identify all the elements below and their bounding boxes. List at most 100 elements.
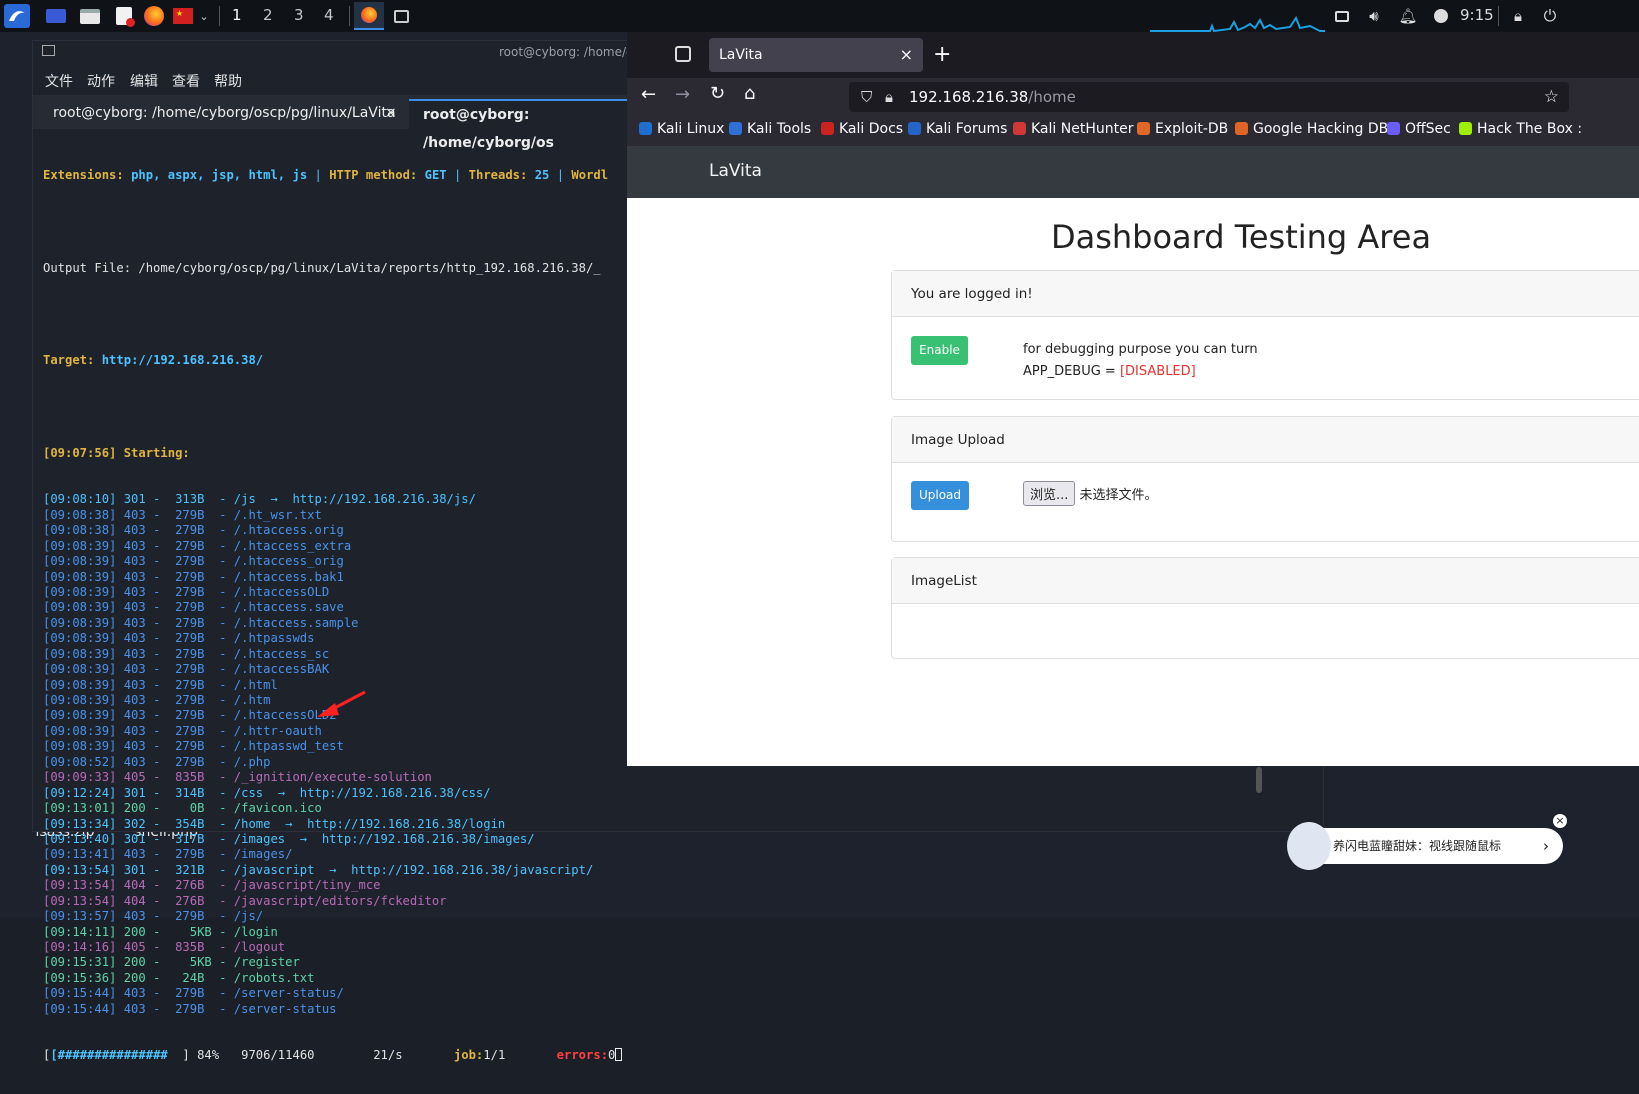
chevron-right-icon[interactable]: › bbox=[1543, 828, 1549, 864]
extensions-value: php, aspx, jsp, html, js bbox=[131, 167, 308, 182]
shield-icon[interactable]: ⛉ bbox=[861, 82, 872, 112]
close-icon[interactable]: × bbox=[385, 99, 397, 127]
bookmark-label: Kali Forums bbox=[926, 121, 1008, 137]
taskbar-firefox-window[interactable] bbox=[354, 2, 384, 30]
menu-file[interactable]: 文件 bbox=[45, 71, 73, 91]
menu-help[interactable]: 帮助 bbox=[214, 71, 242, 91]
file-manager-icon[interactable] bbox=[78, 4, 102, 28]
bookmark-label: Exploit-DB bbox=[1155, 121, 1229, 137]
bookmark-kali-linux[interactable]: Kali Linux bbox=[639, 121, 724, 137]
progress-bar: [############### bbox=[50, 1048, 168, 1063]
ghdb-icon bbox=[1235, 122, 1248, 135]
scan-line: [09:15:44] 403 - 279B - /server-status bbox=[43, 1001, 337, 1016]
bookmark-hack-the-box[interactable]: Hack The Box : bbox=[1459, 121, 1582, 137]
cursor bbox=[615, 1048, 623, 1062]
scan-line: [09:08:52] 403 - 279B - /.php bbox=[43, 754, 271, 769]
browser-window[interactable]: LaVita × + ← → ↻ ⌂ ⛉ 🔒︎ 192.168.216.38/h… bbox=[627, 32, 1639, 766]
terminal-tab-2[interactable]: root@cyborg: /home/cyborg/os bbox=[409, 99, 631, 151]
bookmark-label: Kali Tools bbox=[747, 121, 812, 137]
reload-icon[interactable]: ↻ bbox=[710, 83, 725, 104]
popup-text: 养闪电蓝瞳甜妹：视线跟随鼠标 bbox=[1333, 839, 1502, 853]
card-header: ImageList bbox=[892, 558, 1639, 604]
bookmark-exploit-db[interactable]: Exploit-DB bbox=[1137, 121, 1228, 137]
bookmark-star-icon[interactable]: ☆ bbox=[1544, 82, 1559, 112]
workspace-4[interactable]: 4 bbox=[324, 6, 334, 24]
enable-button[interactable]: Enable bbox=[911, 336, 968, 365]
kali-forums-icon bbox=[908, 122, 921, 135]
terminal-tab-1[interactable]: root@cyborg: /home/cyborg/oscp/pg/linux/… bbox=[39, 99, 405, 129]
taskbar: ★ ⌄ 1 2 3 4 🔊︎ 🔔︎ 9:15 🔒︎ ⏻ bbox=[0, 0, 1639, 33]
text-editor-icon[interactable] bbox=[112, 4, 136, 28]
web-page: LaVita Dashboard Testing Area You are lo… bbox=[627, 146, 1639, 766]
firefox-icon[interactable] bbox=[142, 4, 166, 28]
scan-line: [09:08:39] 403 - 279B - /.htaccessOLD bbox=[43, 584, 330, 599]
upload-button[interactable]: Upload bbox=[911, 481, 969, 510]
forward-icon[interactable]: → bbox=[675, 84, 690, 105]
scan-line: [09:09:33] 405 - 835B - /_ignition/execu… bbox=[43, 770, 432, 785]
chevron-down-icon[interactable]: ⌄ bbox=[196, 4, 212, 28]
separator: | bbox=[314, 167, 322, 182]
bookmark-kali-nethunter[interactable]: Kali NetHunter bbox=[1013, 121, 1133, 137]
menu-view[interactable]: 查看 bbox=[172, 71, 200, 91]
network-graph bbox=[1150, 12, 1325, 33]
bell-icon[interactable]: 🔔︎ bbox=[1398, 4, 1418, 28]
bookmark-label: Kali NetHunter bbox=[1031, 121, 1134, 137]
tab-overview-icon[interactable] bbox=[675, 46, 691, 62]
logout-icon[interactable]: ⏻ bbox=[1540, 4, 1560, 28]
terminal-scrollbar[interactable] bbox=[1256, 767, 1262, 793]
back-icon[interactable]: ← bbox=[641, 84, 656, 105]
bookmark-label: Google Hacking DB bbox=[1253, 121, 1389, 137]
scan-line: [09:08:39] 403 - 279B - /.httr-oauth bbox=[43, 723, 322, 738]
bookmark-kali-forums[interactable]: Kali Forums bbox=[908, 121, 1007, 137]
clock: 9:15 bbox=[1460, 6, 1494, 24]
page-title: Dashboard Testing Area bbox=[1050, 218, 1432, 256]
browse-button[interactable]: 浏览... bbox=[1023, 481, 1076, 506]
bookmark-google-hacking-db[interactable]: Google Hacking DB bbox=[1235, 121, 1388, 137]
scan-line: [09:12:24] 301 - 314B - /css → http://19… bbox=[43, 785, 491, 800]
notification-popup[interactable]: 养闪电蓝瞳甜妹：视线跟随鼠标 › × bbox=[1287, 814, 1567, 870]
scan-line: [09:08:39] 403 - 279B - /.htaccess.bak1 bbox=[43, 569, 344, 584]
workspace-1[interactable]: 1 bbox=[232, 6, 242, 24]
screen-icon[interactable] bbox=[1332, 4, 1352, 28]
new-tab-icon[interactable]: + bbox=[933, 42, 951, 67]
close-icon[interactable]: × bbox=[900, 38, 913, 72]
kali-menu-icon[interactable] bbox=[4, 4, 30, 28]
volume-icon[interactable]: 🔊︎ bbox=[1364, 4, 1384, 28]
red-arrow-annotation bbox=[317, 690, 366, 717]
close-icon[interactable]: × bbox=[1553, 814, 1567, 828]
scan-line: [09:13:54] 404 - 276B - /javascript/edit… bbox=[43, 893, 447, 908]
taskbar-terminal-window[interactable] bbox=[390, 4, 412, 28]
power-status-icon[interactable] bbox=[1431, 4, 1451, 28]
threads-label: Threads: bbox=[468, 167, 528, 182]
scan-line: [09:08:39] 403 - 279B - /.htaccessBAK bbox=[43, 662, 330, 677]
scan-line: [09:08:39] 403 - 279B - /.htaccess_extra bbox=[43, 538, 352, 553]
terminal-output[interactable]: Extensions: php, aspx, jsp, html, js | H… bbox=[43, 137, 623, 1094]
separator: | bbox=[453, 167, 462, 182]
scan-results: [09:08:10] 301 - 313B - /js → http://192… bbox=[43, 492, 622, 1017]
errors-label: errors: bbox=[556, 1048, 609, 1063]
desktop-show-icon[interactable] bbox=[44, 4, 68, 28]
bookmark-offsec[interactable]: OffSec bbox=[1387, 121, 1451, 137]
bookmark-kali-tools[interactable]: Kali Tools bbox=[729, 121, 811, 137]
terminal-title: root@cyborg: /home/cyl bbox=[499, 45, 644, 59]
lock-icon[interactable]: 🔒︎ bbox=[885, 82, 893, 112]
scan-line: [09:08:39] 403 - 279B - /.htaccess.sampl… bbox=[43, 615, 359, 630]
output-file-line: Output File: /home/cyborg/oscp/pg/linux/… bbox=[43, 260, 601, 275]
menu-action[interactable]: 动作 bbox=[87, 71, 115, 91]
menu-edit[interactable]: 编辑 bbox=[130, 71, 158, 91]
login-status-card: You are logged in! Enable for debugging … bbox=[891, 270, 1639, 400]
site-brand[interactable]: LaVita bbox=[709, 161, 762, 181]
url-bar[interactable]: ⛉ 🔒︎ 192.168.216.38/home ☆ bbox=[849, 82, 1569, 112]
terminal-icon bbox=[42, 45, 55, 56]
home-icon[interactable]: ⌂ bbox=[744, 83, 755, 104]
bookmark-kali-docs[interactable]: Kali Docs bbox=[821, 121, 903, 137]
workspace-3[interactable]: 3 bbox=[294, 6, 304, 24]
workspace-2[interactable]: 2 bbox=[263, 6, 273, 24]
url-host: 192.168.216.38 bbox=[909, 88, 1029, 106]
flag-app-icon[interactable]: ★ bbox=[172, 4, 194, 28]
extensions-label: Extensions: bbox=[43, 167, 124, 182]
browser-tab-lavita[interactable]: LaVita × bbox=[709, 38, 923, 72]
file-input[interactable]: 浏览... 未选择文件。 bbox=[1023, 481, 1158, 506]
lock-icon[interactable]: 🔒︎ bbox=[1508, 4, 1528, 28]
bookmarks-toolbar: Kali Linux Kali Tools Kali Docs Kali For… bbox=[627, 114, 1639, 146]
